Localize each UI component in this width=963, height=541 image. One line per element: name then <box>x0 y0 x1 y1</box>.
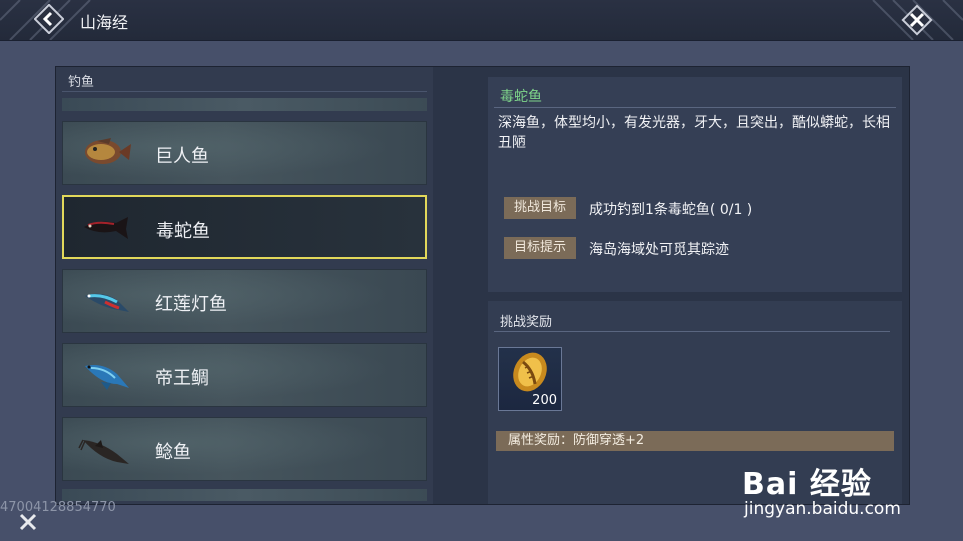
fish-item-lotus-lamp[interactable]: 红莲灯鱼 <box>62 269 427 333</box>
fish-item-viper[interactable]: 毒蛇鱼 <box>62 195 427 259</box>
attribute-reward-bar: 属性奖励：防御穿透+2 <box>496 431 894 451</box>
reward-count: 200 <box>532 393 557 408</box>
close-icon[interactable] <box>18 512 38 532</box>
viperfish-icon <box>84 217 128 239</box>
back-button[interactable] <box>33 3 65 35</box>
fish-title: 毒蛇鱼 <box>500 89 542 105</box>
challenge-text: 成功钓到1条毒蛇鱼( 0/1 ) <box>589 202 753 218</box>
golden-shell-icon <box>513 352 547 392</box>
baidu-watermark: Bai 经验 jingyan.baidu.com <box>738 455 963 541</box>
close-button[interactable] <box>901 4 933 36</box>
divider <box>494 331 890 332</box>
chevron-left-icon <box>33 3 65 35</box>
emperor-snapper-icon <box>85 365 129 390</box>
fish-item-giant[interactable]: 巨人鱼 <box>62 121 427 185</box>
hint-text: 海岛海域处可觅其踪迹 <box>589 242 729 258</box>
fish-name: 巨人鱼 <box>155 146 209 167</box>
list-item-partial[interactable] <box>62 489 427 501</box>
reward-item-slot[interactable]: 200 <box>498 347 562 411</box>
catfish-icon <box>78 439 129 464</box>
divider <box>494 107 896 108</box>
challenge-label: 挑战目标 <box>504 197 576 219</box>
fish-description: 深海鱼，体型均小，有发光器，牙大，且突出，酷似蟒蛇，长相丑陋 <box>498 115 890 151</box>
fish-name: 帝王鲷 <box>155 368 209 389</box>
divider <box>62 91 427 92</box>
fish-list-panel: 钓鱼 巨人鱼 毒蛇鱼 红莲灯鱼 帝王鲷 鲶鱼 <box>56 67 433 504</box>
watermark-url: jingyan.baidu.com <box>744 499 901 519</box>
main-panel: 钓鱼 巨人鱼 毒蛇鱼 红莲灯鱼 帝王鲷 鲶鱼 毒蛇鱼 深海鱼，体型均小，有发光器… <box>55 66 910 505</box>
page-title: 山海经 <box>80 13 129 32</box>
reward-title: 挑战奖励 <box>500 315 553 330</box>
fish-item-emperor-snapper[interactable]: 帝王鲷 <box>62 343 427 407</box>
fish-name: 红莲灯鱼 <box>155 294 227 315</box>
fish-name: 毒蛇鱼 <box>156 221 210 242</box>
fish-name: 鲶鱼 <box>155 442 191 463</box>
fish-item-catfish[interactable]: 鲶鱼 <box>62 417 427 481</box>
list-item-partial[interactable] <box>62 98 427 111</box>
lotus-lamp-fish-icon <box>85 293 129 312</box>
section-label: 钓鱼 <box>68 75 95 90</box>
hint-label: 目标提示 <box>504 237 576 259</box>
top-bar: 山海经 <box>0 0 963 41</box>
watermark-brand: Bai 经验 <box>742 467 872 502</box>
fish-info-box: 毒蛇鱼 深海鱼，体型均小，有发光器，牙大，且突出，酷似蟒蛇，长相丑陋 挑战目标 … <box>488 77 902 292</box>
giant-fish-icon <box>85 138 131 164</box>
close-icon <box>901 4 933 36</box>
